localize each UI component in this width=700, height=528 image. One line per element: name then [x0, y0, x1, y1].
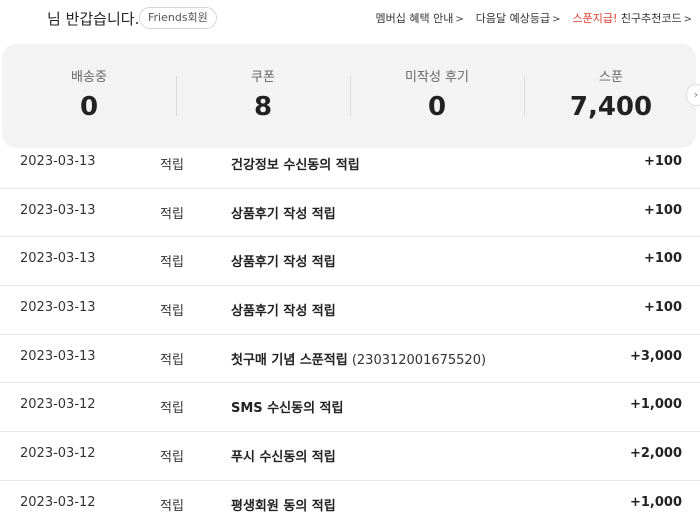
row-description: 평생회원 동의 적립: [231, 495, 336, 514]
row-points: +100: [643, 154, 682, 169]
row-type: 적립: [160, 352, 184, 368]
row-type: 적립: [160, 450, 184, 466]
row-description-text: 건강정보 수신동의 적립: [231, 158, 360, 173]
stat-value: 7,400: [569, 92, 653, 122]
list-item: 2023-03-13 적립 첫구매 기념 스푼적립 (2303120016755…: [0, 335, 700, 384]
stat-unwritten-reviews[interactable]: 미작성 후기 0: [350, 44, 524, 148]
greeting-text: 님 반갑습니다.: [47, 10, 140, 28]
row-type: 적립: [160, 498, 184, 514]
row-points: +100: [643, 202, 682, 218]
row-description-text: 상품후기 작성 적립: [231, 206, 336, 222]
row-description: 건강정보 수신동의 적립: [231, 154, 360, 173]
chevron-right-icon: >: [455, 14, 464, 25]
row-points: +2,000: [629, 446, 682, 462]
row-description: 푸시 수신동의 적립: [231, 446, 336, 465]
row-description-text: SMS 수신동의 적립: [231, 401, 344, 417]
referral-code-link[interactable]: 스푼지급! 친구추천코드 >: [572, 10, 692, 26]
stat-coupon[interactable]: 쿠폰 8: [176, 44, 350, 148]
spoon-reward-label: 스푼지급!: [572, 12, 618, 25]
header: 님 반갑습니다. Friends회원 멤버십 혜택 안내 > 다음달 예상등급 > …: [0, 0, 700, 38]
row-type: 적립: [160, 158, 184, 173]
chevron-right-icon: >: [552, 14, 561, 25]
list-item: 2023-03-12 적립 SMS 수신동의 적립 +1,000: [0, 383, 700, 433]
next-month-grade-link[interactable]: 다음달 예상등급 >: [476, 10, 561, 26]
row-points: +100: [643, 300, 682, 316]
row-points: +3,000: [629, 348, 682, 364]
stat-label: 배송중: [71, 70, 107, 85]
row-date: 2023-03-12: [20, 446, 96, 462]
row-description-text: 상품후기 작성 적립: [231, 304, 336, 320]
membership-benefits-label: 멤버십 혜택 안내: [375, 12, 454, 25]
row-date: 2023-03-13: [20, 154, 96, 169]
stat-value: 8: [253, 92, 273, 122]
stat-shipping[interactable]: 배송중 0: [2, 44, 176, 148]
row-description: 첫구매 기념 스푼적립 (230312001675520): [231, 349, 486, 368]
stat-label: 미작성 후기: [405, 70, 469, 85]
stat-spoon[interactable]: 스푼 7,400: [524, 44, 698, 148]
row-type: 적립: [160, 304, 184, 320]
row-points: +1,000: [629, 397, 682, 413]
membership-badge[interactable]: Friends회원: [139, 7, 217, 29]
stat-value: 0: [427, 92, 447, 122]
row-description-text: 푸시 수신동의 적립: [231, 450, 336, 466]
row-description: 상품후기 작성 적립: [231, 300, 336, 319]
row-date: 2023-03-13: [20, 348, 96, 364]
row-date: 2023-03-12: [20, 494, 96, 510]
list-item: 2023-03-13 적립 상품후기 작성 적립 +100: [0, 189, 700, 238]
stat-label: 스푼: [599, 70, 623, 85]
row-type: 적립: [160, 401, 184, 417]
row-description-text: 평생회원 동의 적립: [231, 498, 336, 514]
next-month-grade-label: 다음달 예상등급: [475, 12, 551, 25]
row-points: +100: [643, 251, 682, 267]
row-description-text: 첫구매 기념 스푼적립: [231, 352, 348, 368]
row-points: +1,000: [629, 494, 682, 510]
referral-code-label: 친구추천코드: [620, 12, 682, 25]
stat-value: 0: [79, 92, 99, 122]
row-type: 적립: [160, 255, 184, 271]
list-item: 2023-03-12 적립 평생회원 동의 적립 +1,000: [0, 481, 700, 528]
row-date: 2023-03-13: [20, 202, 96, 218]
row-date: 2023-03-13: [20, 251, 96, 267]
row-date: 2023-03-13: [20, 300, 96, 316]
row-description-sub: (230312001675520): [347, 352, 487, 368]
row-description: 상품후기 작성 적립: [231, 203, 336, 222]
row-description: 상품후기 작성 적립: [231, 251, 336, 270]
row-type: 적립: [160, 206, 184, 222]
membership-benefits-link[interactable]: 멤버십 혜택 안내 >: [376, 10, 464, 26]
row-date: 2023-03-12: [20, 397, 96, 413]
spoon-history-list: 2023-03-13 적립 건강정보 수신동의 적립 +100 2023-03-…: [0, 140, 700, 528]
chevron-right-icon: >: [683, 14, 692, 25]
list-item: 2023-03-12 적립 푸시 수신동의 적립 +2,000: [0, 432, 700, 481]
next-arrow-icon[interactable]: ›: [686, 84, 700, 106]
row-description: SMS 수신동의 적립: [231, 397, 343, 416]
list-item: 2023-03-13 적립 상품후기 작성 적립 +100: [0, 237, 700, 287]
row-description-text: 상품후기 작성 적립: [231, 255, 336, 271]
stat-label: 쿠폰: [251, 70, 275, 85]
summary-panel: 배송중 0 쿠폰 8 미작성 후기 0 스푼 7,400: [2, 44, 696, 148]
list-item: 2023-03-13 적립 건강정보 수신동의 적립 +100: [0, 140, 700, 189]
top-links: 멤버십 혜택 안내 > 다음달 예상등급 > 스푼지급! 친구추천코드 >: [364, 10, 692, 26]
list-item: 2023-03-13 적립 상품후기 작성 적립 +100: [0, 286, 700, 335]
